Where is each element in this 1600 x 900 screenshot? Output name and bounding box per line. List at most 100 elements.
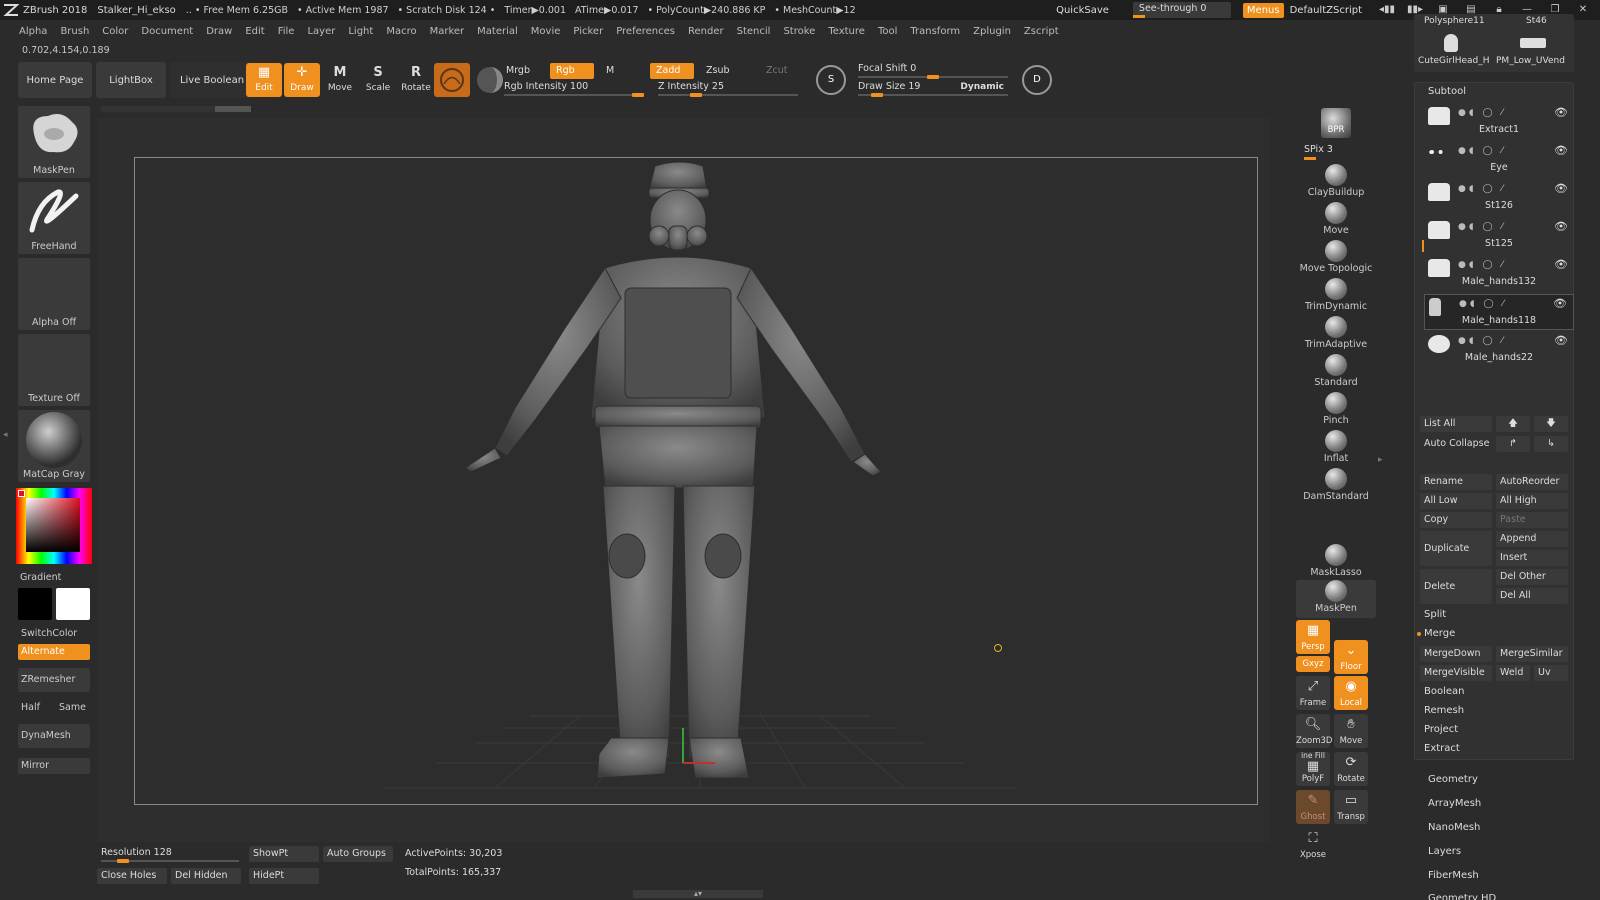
showpt-button[interactable]: ShowPt xyxy=(249,846,319,862)
menu-stencil[interactable]: Stencil xyxy=(737,26,771,37)
rotate-button[interactable]: R Rotate xyxy=(398,63,434,97)
menu-zplugin[interactable]: Zplugin xyxy=(973,26,1011,37)
draw-size-slider[interactable]: Draw Size 19 Dynamic xyxy=(858,80,1008,97)
local-button[interactable]: ◉ Local xyxy=(1334,676,1368,710)
append-button[interactable]: Append xyxy=(1496,531,1568,547)
subtool-toggles[interactable]: ●◖ ◯ ⁄ xyxy=(1458,336,1506,346)
ghost-button[interactable]: ✎ Ghost xyxy=(1296,790,1330,824)
brush-s-icon[interactable]: S xyxy=(816,65,846,95)
menu-movie[interactable]: Movie xyxy=(531,26,561,37)
merge-section[interactable]: Merge xyxy=(1424,628,1455,639)
brush-claybuildup[interactable]: ClayBuildup xyxy=(1296,164,1376,202)
zcut-toggle[interactable]: Zcut xyxy=(760,63,800,79)
split-section[interactable]: Split xyxy=(1424,609,1446,620)
brush-trimadaptive[interactable]: TrimAdaptive xyxy=(1296,316,1376,354)
lightbox-button[interactable]: LightBox xyxy=(96,62,166,98)
subtool-item-male-hands22[interactable]: ●◖ ◯ ⁄ 👁︎ Male_hands22 xyxy=(1424,332,1574,368)
move-view-button[interactable]: ✋︎ Move xyxy=(1334,714,1368,748)
brush-move-topologic[interactable]: Move Topologic xyxy=(1296,240,1376,278)
zadd-toggle[interactable]: Zadd xyxy=(650,63,694,79)
rename-button[interactable]: Rename xyxy=(1420,474,1492,490)
draw-button[interactable]: ✛ Draw xyxy=(284,63,320,97)
document-frame[interactable] xyxy=(134,157,1258,805)
menu-macro[interactable]: Macro xyxy=(386,26,416,37)
menu-zscript[interactable]: Zscript xyxy=(1024,26,1059,37)
subtool-item-male-hands132[interactable]: ●◖ ◯ ⁄ 👁︎ Male_hands132 xyxy=(1424,256,1574,292)
layers-section[interactable]: Layers xyxy=(1428,846,1461,857)
subtool-toggles[interactable]: ●◖ ◯ ⁄ xyxy=(1458,184,1506,194)
eye-icon[interactable]: 👁︎ xyxy=(1554,258,1568,271)
menu-document[interactable]: Document xyxy=(141,26,193,37)
subtool-item-st125[interactable]: ●◖ ◯ ⁄ 👁︎ St125 xyxy=(1424,218,1574,254)
same-button[interactable]: Same xyxy=(56,700,90,716)
weld-button[interactable]: Weld xyxy=(1496,665,1530,681)
m-toggle[interactable]: M xyxy=(600,63,644,79)
subtool-toggles[interactable]: ●◖ ◯ ⁄ xyxy=(1458,108,1506,118)
hidept-button[interactable]: HidePt xyxy=(249,868,319,884)
switchcolor-button[interactable]: SwitchColor xyxy=(18,626,90,642)
rotate-view-button[interactable]: ⟳ Rotate xyxy=(1334,752,1368,786)
half-button[interactable]: Half xyxy=(18,700,52,716)
geometry-section[interactable]: Geometry xyxy=(1428,774,1478,785)
brush-damstandard[interactable]: DamStandard xyxy=(1296,468,1376,506)
color-picker[interactable] xyxy=(16,488,92,564)
brush-inflat[interactable]: Inflat xyxy=(1296,430,1376,468)
tool-thumb-pm-low[interactable]: PM_Low_UVend xyxy=(1496,56,1565,66)
menu-alpha[interactable]: Alpha xyxy=(19,26,47,37)
subtool-toggles[interactable]: ●◖ ◯ ⁄ xyxy=(1458,260,1506,270)
xyz-button[interactable]: Gxyz xyxy=(1296,656,1330,672)
alternate-button[interactable]: Alternate xyxy=(18,644,90,660)
tool-thumb-polysphere[interactable]: Polysphere11 xyxy=(1424,16,1485,26)
menu-stroke[interactable]: Stroke xyxy=(783,26,815,37)
del-hidden-button[interactable]: Del Hidden xyxy=(171,868,241,884)
menu-color[interactable]: Color xyxy=(102,26,128,37)
menu-transform[interactable]: Transform xyxy=(910,26,960,37)
extract-section[interactable]: Extract xyxy=(1424,743,1460,754)
subtool-title[interactable]: Subtool xyxy=(1428,86,1466,97)
menu-marker[interactable]: Marker xyxy=(430,26,465,37)
eye-icon[interactable]: 👁︎ xyxy=(1554,182,1568,195)
brush-maskpen[interactable]: MaskPen xyxy=(1296,580,1376,618)
close-icon[interactable]: ✕ xyxy=(1572,3,1594,17)
move-down-curve-icon[interactable]: ↳ xyxy=(1534,436,1568,452)
focal-shift-slider[interactable]: Focal Shift 0 xyxy=(858,62,1008,79)
brush-trimdynamic[interactable]: TrimDynamic xyxy=(1296,278,1376,316)
brush-d-icon[interactable]: D xyxy=(1022,65,1052,95)
material-selector[interactable]: MatCap Gray xyxy=(18,410,90,482)
zremesher-button[interactable]: ZRemesher xyxy=(18,668,90,692)
del-other-button[interactable]: Del Other xyxy=(1496,569,1568,585)
move-down-arrow-icon[interactable]: 🡇 xyxy=(1534,416,1568,432)
subtool-item-eye[interactable]: ●◖ ◯ ⁄ 👁︎ Eye xyxy=(1424,142,1574,178)
duplicate-button[interactable]: Duplicate xyxy=(1420,531,1492,566)
menu-light[interactable]: Light xyxy=(348,26,373,37)
menu-render[interactable]: Render xyxy=(688,26,724,37)
autoreorder-button[interactable]: AutoReorder xyxy=(1496,474,1568,490)
all-low-button[interactable]: All Low xyxy=(1420,493,1492,509)
dynamic-toggle[interactable]: Dynamic xyxy=(960,80,1004,94)
subtool-scroll-indicator[interactable] xyxy=(1422,240,1424,252)
zsub-toggle[interactable]: Zsub xyxy=(700,63,744,79)
menu-preferences[interactable]: Preferences xyxy=(616,26,675,37)
subtool-item-extract1[interactable]: ●◖ ◯ ⁄ 👁︎ Extract1 xyxy=(1424,104,1574,140)
model-view[interactable] xyxy=(135,158,1257,804)
alpha-selector[interactable]: Alpha Off xyxy=(18,258,90,330)
boolean-section[interactable]: Boolean xyxy=(1424,686,1465,697)
eye-icon[interactable]: 👁︎ xyxy=(1554,144,1568,157)
eye-icon[interactable]: 👁︎ xyxy=(1553,297,1567,310)
remesh-section[interactable]: Remesh xyxy=(1424,705,1464,716)
canvas-scroll-thumb[interactable] xyxy=(215,106,251,112)
mrgb-toggle[interactable]: Mrgb xyxy=(500,63,544,79)
edit-button[interactable]: ▦ Edit xyxy=(246,63,282,97)
menu-draw[interactable]: Draw xyxy=(206,26,232,37)
live-boolean-button[interactable]: Live Boolean xyxy=(170,62,254,98)
auto-collapse-button[interactable]: Auto Collapse xyxy=(1420,436,1492,452)
menu-layer[interactable]: Layer xyxy=(307,26,335,37)
fibermesh-section[interactable]: FiberMesh xyxy=(1428,870,1479,881)
mergedown-button[interactable]: MergeDown xyxy=(1420,646,1492,662)
nanomesh-section[interactable]: NanoMesh xyxy=(1428,822,1480,833)
arraymesh-section[interactable]: ArrayMesh xyxy=(1428,798,1481,809)
copy-button[interactable]: Copy xyxy=(1420,512,1492,528)
menus-button[interactable]: Menus xyxy=(1242,2,1284,18)
mergevisible-button[interactable]: MergeVisible xyxy=(1420,665,1492,681)
move-button[interactable]: M Move xyxy=(322,63,358,97)
